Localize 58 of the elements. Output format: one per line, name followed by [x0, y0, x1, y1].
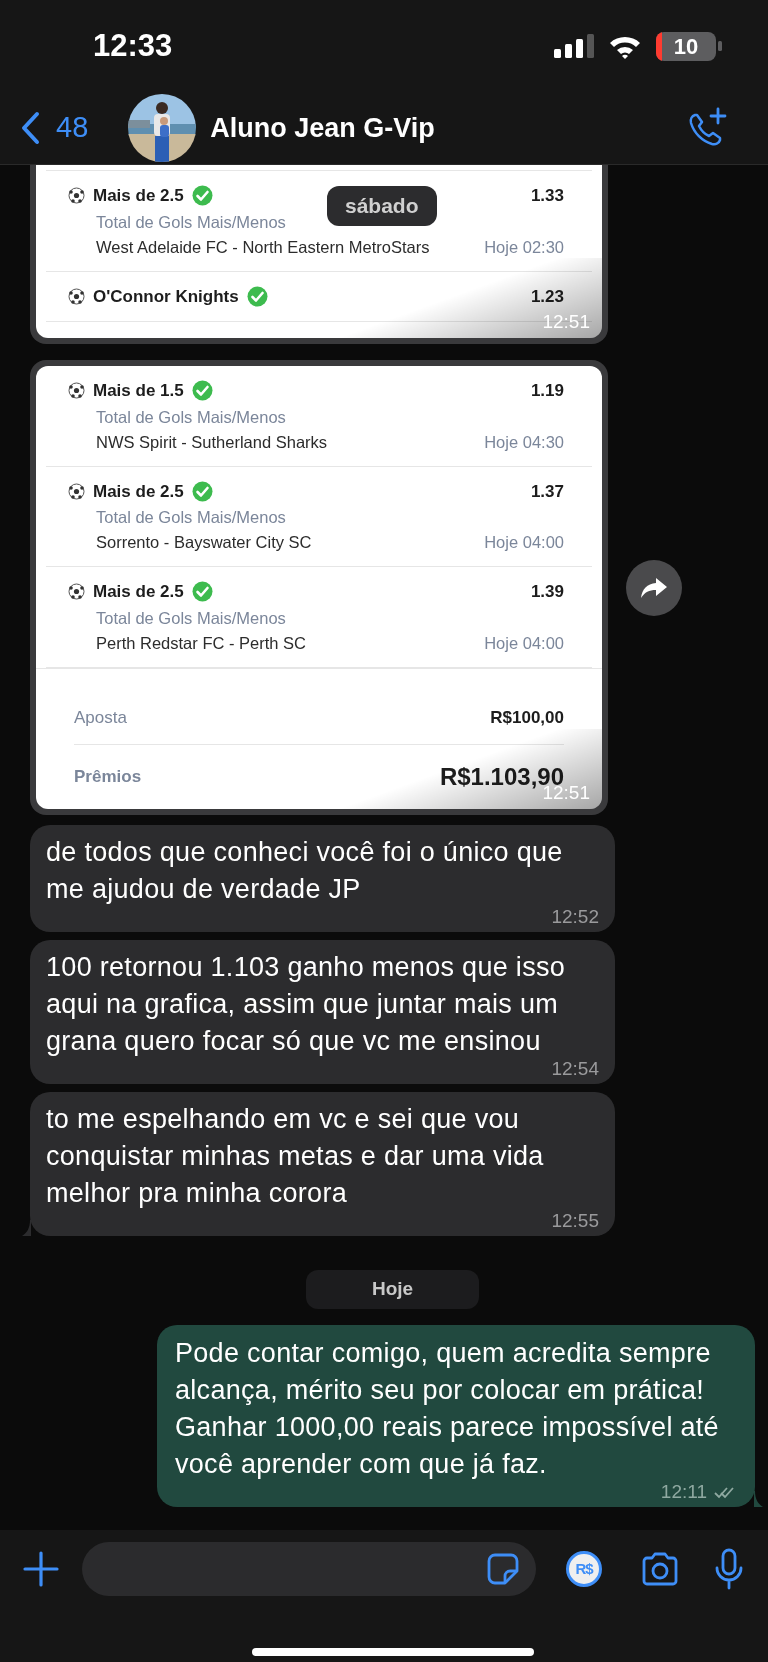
odds-value: 1.39	[530, 581, 564, 603]
back-button[interactable]: 48	[20, 106, 89, 150]
attach-button[interactable]	[22, 1550, 60, 1588]
soccer-ball-icon	[68, 583, 85, 601]
signal-icon	[554, 34, 594, 58]
soccer-ball-icon	[68, 382, 85, 400]
soccer-ball-icon	[68, 287, 85, 305]
soccer-ball-icon	[68, 187, 85, 205]
message-text: to me espelhando em vc e sei que vou conquistar minhas metas e dar uma vida melhor pra minha corora	[46, 1103, 545, 1210]
message-time: 12:11	[660, 1480, 707, 1503]
plus-icon	[22, 1550, 60, 1588]
match-name: Perth Redstar FC - Perth SC	[96, 632, 306, 654]
match-name: NWS Spirit - Sutherland Sharks	[96, 431, 328, 453]
microphone-icon	[714, 1548, 744, 1590]
match-name: Sorrento - Bayswater City SC	[96, 532, 312, 553]
match-name: West Adelaide FC - North Eastern MetroStars	[96, 236, 430, 258]
summary-label: Prêmios	[74, 766, 142, 789]
soccer-ball-icon	[68, 482, 85, 500]
sticker-icon	[486, 1552, 520, 1586]
market-label: Total de Gols Mais/Menos	[96, 607, 287, 629]
date-label: sábado	[327, 186, 437, 226]
camera-button[interactable]	[640, 1552, 680, 1586]
match-time: Hoje 02:30	[484, 236, 564, 258]
odds-value: 1.33	[530, 185, 564, 207]
date-label: Hoje	[305, 1270, 480, 1309]
odds-value: 1.37	[530, 480, 564, 503]
bet-title: O'Connor Knights	[93, 285, 239, 308]
message-text: de todos que conheci você foi o único que me ajudou de verdade JP	[46, 836, 564, 906]
bet-title: Mais de 1.5	[93, 380, 184, 402]
bet-title: Mais de 2.5	[93, 480, 184, 503]
image-message[interactable]	[30, 360, 608, 815]
message-time: 12:52	[551, 906, 599, 928]
market-label: Total de Gols Mais/Menos	[96, 507, 287, 528]
payment-button[interactable]: R$	[566, 1551, 602, 1587]
camera-icon	[640, 1552, 680, 1586]
microphone-button[interactable]	[714, 1548, 744, 1590]
message-text: Pode contar comigo, quem acredita sempre alcança, mérito seu por colocar em prática! Ganhar 1000,00 reais parece impossível até você aprender com que já faz.	[175, 1336, 720, 1481]
bet-title: Mais de 2.5	[93, 185, 184, 207]
message-time: 12:55	[551, 1210, 599, 1232]
market-label: Total de Gols Mais/Menos	[96, 211, 287, 233]
battery-indicator: 10	[656, 31, 722, 61]
match-time: Hoje 04:30	[484, 431, 564, 453]
forward-arrow-icon	[640, 575, 668, 600]
match-time: Hoje 04:00	[484, 632, 564, 654]
status-time: 12:33	[93, 26, 173, 65]
back-icon	[20, 111, 40, 145]
market-label: Total de Gols Mais/Menos	[96, 406, 287, 428]
odds-value: 1.19	[530, 380, 564, 402]
message-time: 12:51	[542, 309, 590, 334]
contact-name: Aluno Jean G-Vip	[210, 111, 435, 145]
summary-value: R$100,00	[490, 706, 564, 729]
message-text: 100 retornou 1.103 ganho menos que isso aqui na grafica, assim que juntar mais um grana quero focar só que vc me ensinou	[46, 951, 567, 1058]
message-time: 12:54	[551, 1058, 599, 1080]
summary-label: Aposta	[74, 706, 127, 729]
bet-title: Mais de 2.5	[93, 581, 184, 603]
match-time: Hoje 04:00	[484, 532, 564, 553]
odds-value: 1.23	[530, 285, 564, 308]
message-input[interactable]	[82, 1542, 536, 1596]
